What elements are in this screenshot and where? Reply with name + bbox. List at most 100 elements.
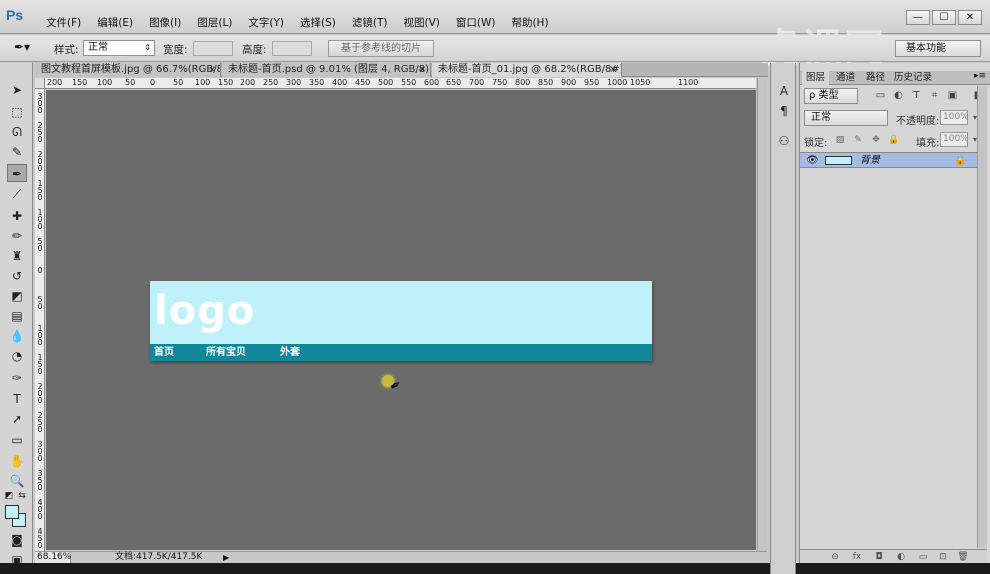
slice-tool-preset-icon[interactable]: ✒▾ bbox=[14, 40, 40, 56]
history-brush-tool-icon[interactable]: ↺ bbox=[7, 267, 27, 285]
layer-filter-select[interactable]: ρ 类型 bbox=[804, 88, 858, 104]
tab-document-3[interactable]: 未标题-首页_01.jpg @ 68.2%(RGB/8#) * × bbox=[432, 63, 622, 77]
add-mask-icon[interactable]: ◘ bbox=[872, 551, 886, 563]
vertical-scrollbar[interactable] bbox=[757, 78, 767, 551]
menu-view[interactable]: 视图(V) bbox=[395, 16, 447, 30]
fill-label: 填充: bbox=[916, 138, 940, 149]
clone-stamp-tool-icon[interactable]: ♜ bbox=[7, 247, 27, 265]
link-layers-icon[interactable]: ⊝ bbox=[828, 551, 842, 563]
ruler-origin[interactable] bbox=[35, 78, 45, 89]
style-select[interactable]: 正常 ⇕ bbox=[83, 40, 155, 56]
width-input[interactable] bbox=[193, 41, 233, 56]
document-image[interactable]: logo 首页 所有宝贝 外套 bbox=[150, 281, 652, 361]
marquee-tool-icon[interactable]: ⬚ bbox=[7, 103, 27, 121]
slices-from-guides-button[interactable]: 基于参考线的切片 bbox=[328, 40, 434, 57]
menu-select[interactable]: 选择(S) bbox=[292, 16, 344, 30]
vertical-ruler[interactable]: 3002502001501005005010015020025030035040… bbox=[35, 89, 45, 551]
document-size-info[interactable]: 文档:417.5K/417.5K bbox=[115, 552, 202, 563]
pen-tool-icon[interactable]: ✑ bbox=[7, 369, 27, 387]
ruler-tick-label: 1050 bbox=[630, 78, 651, 87]
ruler-digit: 0 bbox=[37, 106, 43, 115]
move-tool-icon[interactable]: ➤ bbox=[7, 81, 27, 99]
layer-name[interactable]: 背景 bbox=[860, 154, 880, 167]
tab-channels[interactable]: 通道 bbox=[832, 71, 859, 85]
fill-input[interactable]: 100% bbox=[940, 132, 969, 147]
lock-transparent-icon[interactable]: ▨ bbox=[834, 134, 846, 146]
opacity-input[interactable]: 100% bbox=[940, 110, 969, 125]
slice-tool-icon[interactable]: ✒ bbox=[7, 164, 27, 182]
lock-position-icon[interactable]: ✥ bbox=[870, 134, 882, 146]
zoom-level-field[interactable]: 68.16% bbox=[35, 552, 71, 563]
ruler-tick-label: 600 bbox=[424, 78, 440, 87]
paragraph-panel-icon[interactable]: ¶ bbox=[776, 103, 792, 119]
tab-history[interactable]: 历史记录 bbox=[890, 71, 936, 85]
tab-document-1[interactable]: 图文教程首屏模板.jpg @ 66.7%(RGB/8) × bbox=[35, 63, 221, 77]
lasso-tool-icon[interactable]: ᘏ bbox=[7, 123, 27, 141]
menu-type[interactable]: 文字(Y) bbox=[240, 16, 292, 30]
new-layer-icon[interactable]: ⊡ bbox=[936, 551, 950, 563]
window-controls: — ☐ ✕ bbox=[906, 10, 982, 25]
menu-layer[interactable]: 图层(L) bbox=[189, 16, 240, 30]
layers-panel-footer: ⊝ fx ◘ ◐ ▭ ⊡ 🗑 bbox=[800, 549, 987, 563]
horizontal-ruler[interactable]: 200 150 100 50 0 50 100 150 200 250 300 … bbox=[45, 78, 756, 89]
menu-window[interactable]: 窗口(W) bbox=[448, 16, 504, 30]
menu-help[interactable]: 帮助(H) bbox=[503, 16, 556, 30]
maximize-button[interactable]: ☐ bbox=[932, 10, 956, 25]
close-icon[interactable]: × bbox=[208, 63, 216, 77]
status-menu-arrow-icon[interactable]: ▶ bbox=[223, 552, 229, 563]
default-colors-icon[interactable]: ◩ bbox=[3, 487, 15, 505]
close-icon[interactable]: × bbox=[418, 63, 426, 77]
lock-all-icon[interactable]: 🔒 bbox=[888, 134, 900, 146]
trash-icon[interactable]: 🗑 bbox=[956, 551, 970, 563]
close-button[interactable]: ✕ bbox=[958, 10, 982, 25]
hand-tool-icon[interactable]: ✋ bbox=[7, 452, 27, 470]
menu-file[interactable]: 文件(F) bbox=[38, 16, 89, 30]
quick-mask-icon[interactable]: ◙ bbox=[7, 531, 27, 549]
ruler-tick-label: 150 bbox=[218, 78, 234, 87]
path-selection-tool-icon[interactable]: ➚ bbox=[7, 410, 27, 428]
image-filter-icon[interactable]: ▭ bbox=[874, 89, 887, 102]
rectangle-tool-icon[interactable]: ▭ bbox=[7, 431, 27, 449]
brush-tool-icon[interactable]: ✏ bbox=[7, 227, 27, 245]
eyedropper-tool-icon[interactable]: ⟋ bbox=[7, 185, 27, 203]
gradient-tool-icon[interactable]: ▤ bbox=[7, 307, 27, 325]
tab-paths[interactable]: 路径 bbox=[862, 71, 889, 85]
blend-mode-select[interactable]: 正常 bbox=[804, 110, 888, 126]
adjustment-layer-icon[interactable]: ◐ bbox=[894, 551, 908, 563]
smart-object-filter-icon[interactable]: ▣ bbox=[946, 89, 959, 102]
new-group-icon[interactable]: ▭ bbox=[916, 551, 930, 563]
layer-row-background[interactable]: 👁 背景 🔒 bbox=[800, 152, 987, 168]
swap-colors-icon[interactable]: ⇆ bbox=[16, 487, 28, 505]
tab-layers[interactable]: 图层 bbox=[802, 71, 830, 85]
menu-image[interactable]: 图像(I) bbox=[141, 16, 189, 30]
shape-filter-icon[interactable]: ⌗ bbox=[928, 89, 941, 102]
ruler-digit: 0 bbox=[37, 302, 43, 311]
height-input[interactable] bbox=[272, 41, 312, 56]
type-filter-icon[interactable]: T bbox=[910, 89, 923, 102]
menu-edit[interactable]: 编辑(E) bbox=[89, 16, 141, 30]
foreground-color-swatch[interactable] bbox=[5, 505, 19, 519]
blur-tool-icon[interactable]: 💧 bbox=[7, 327, 27, 345]
type-tool-icon[interactable]: T bbox=[7, 390, 27, 408]
eye-icon[interactable]: 👁 bbox=[806, 154, 819, 167]
close-icon[interactable]: × bbox=[609, 63, 617, 77]
adjustment-filter-icon[interactable]: ◐ bbox=[892, 89, 905, 102]
healing-brush-tool-icon[interactable]: ✚ bbox=[7, 207, 27, 225]
menu-items: 文件(F) 编辑(E) 图像(I) 图层(L) 文字(Y) 选择(S) 滤镜(T… bbox=[38, 16, 557, 30]
dodge-tool-icon[interactable]: ◔ bbox=[7, 347, 27, 365]
layer-comps-icon[interactable]: ⚇ bbox=[776, 133, 792, 149]
menu-filter[interactable]: 滤镜(T) bbox=[344, 16, 396, 30]
photoshop-logo: Ps bbox=[6, 7, 24, 23]
tab-document-2[interactable]: 未标题-首页.psd @ 9.01% (图层 4, RGB/8) * × bbox=[222, 63, 431, 77]
layers-panel-scrollbar[interactable] bbox=[977, 86, 987, 548]
minimize-button[interactable]: — bbox=[906, 10, 930, 25]
panel-menu-icon[interactable]: ▸≡ bbox=[974, 71, 986, 81]
fx-icon[interactable]: fx bbox=[850, 551, 864, 563]
eraser-tool-icon[interactable]: ◩ bbox=[7, 287, 27, 305]
quick-select-tool-icon[interactable]: ✎ bbox=[7, 143, 27, 161]
lock-image-icon[interactable]: ✎ bbox=[852, 134, 864, 146]
ruler-tick-label: 450 bbox=[355, 78, 371, 87]
character-panel-icon[interactable]: A bbox=[776, 83, 792, 99]
workspace-select[interactable]: 基本功能 bbox=[895, 40, 981, 57]
canvas-area[interactable]: logo 首页 所有宝贝 外套 ✒ bbox=[46, 90, 756, 550]
